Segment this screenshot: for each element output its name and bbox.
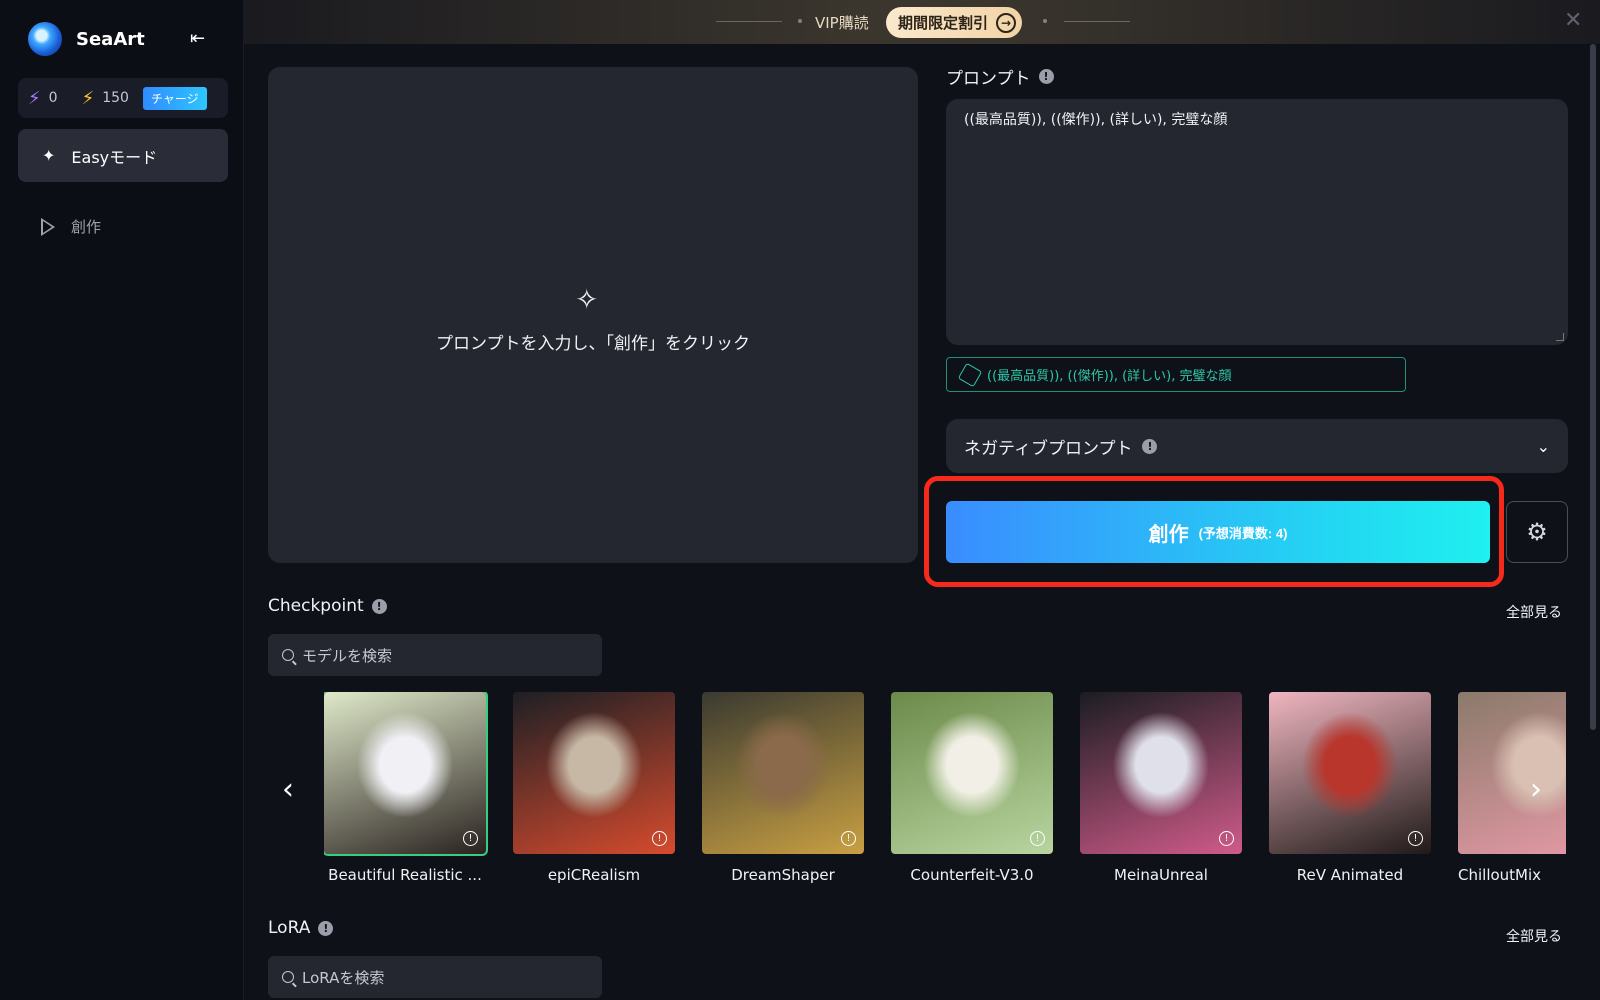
model-card[interactable]: ! epiCRealism: [513, 692, 675, 884]
model-card[interactable]: ! ChilloutMix: [1458, 692, 1566, 884]
scrollbar[interactable]: [1590, 44, 1596, 730]
model-name: epiCRealism: [547, 866, 641, 884]
lora-label: LoRA !: [268, 918, 334, 938]
brand[interactable]: SeaArt: [28, 22, 145, 56]
prompt-value: ((最高品質)), ((傑作)), (詳しい), 完璧な顔: [964, 112, 1228, 128]
sparkles-icon: ✧: [575, 283, 599, 316]
model-carousel: ! Beautiful Realistic ...! epiCRealism! Dre…: [324, 692, 1566, 892]
banner-dot: [1043, 19, 1047, 23]
close-icon[interactable]: ✕: [1564, 8, 1582, 33]
banner-dot: [798, 19, 802, 23]
checkpoint-label: Checkpoint !: [268, 596, 387, 616]
prompt-label-text: プロンプト: [946, 69, 1031, 89]
lora-search-input[interactable]: LoRAを検索: [268, 956, 602, 998]
create-cost: (予想消費数: 4): [1198, 525, 1288, 541]
promo-label: 期間限定割引: [898, 14, 989, 32]
chevron-right-icon[interactable]: ›: [1530, 772, 1542, 807]
play-icon: [41, 217, 55, 236]
model-thumbnail: !: [513, 692, 675, 854]
checkpoint-label-text: Checkpoint: [268, 596, 364, 616]
model-thumbnail: !: [1080, 692, 1242, 854]
sidebar-item-label: 創作: [71, 218, 102, 236]
model-thumbnail: !: [324, 692, 488, 856]
info-icon[interactable]: !: [371, 598, 387, 614]
gear-icon: ⚙: [1526, 518, 1548, 546]
info-icon[interactable]: !: [1142, 438, 1158, 454]
negative-prompt-label: ネガティブプロンプト: [964, 438, 1133, 459]
prompt-textarea[interactable]: ((最高品質)), ((傑作)), (詳しい), 完璧な顔: [946, 99, 1568, 345]
model-search-placeholder: モデルを検索: [302, 646, 393, 665]
model-thumbnail: !: [891, 692, 1053, 854]
credits-panel: ⚡ 0 ⚡ 150 チャージ: [18, 78, 228, 118]
model-name: Beautiful Realistic ...: [328, 866, 482, 884]
charge-button[interactable]: チャージ: [142, 86, 207, 110]
settings-button[interactable]: ⚙: [1506, 501, 1568, 563]
info-icon[interactable]: !: [652, 831, 667, 846]
model-card[interactable]: ! MeinaUnreal: [1080, 692, 1242, 884]
seaart-logo-icon: [28, 22, 62, 56]
lora-see-all-link[interactable]: 全部見る: [1506, 926, 1562, 946]
checkpoint-see-all-link[interactable]: 全部見る: [1506, 602, 1562, 622]
arrow-right-icon: →: [996, 12, 1017, 33]
yellow-credit-count: 150: [102, 90, 129, 106]
model-name: ReV Animated: [1296, 866, 1404, 884]
purple-credit-count: 0: [48, 90, 58, 106]
preview-hint: プロンプトを入力し、「創作」をクリック: [436, 334, 750, 354]
info-icon[interactable]: !: [1408, 831, 1423, 846]
lora-search-placeholder: LoRAを検索: [302, 968, 385, 987]
search-icon: [282, 649, 294, 661]
search-icon: [282, 971, 294, 983]
vip-banner: VIP購読 期間限定割引 → ✕: [244, 0, 1600, 44]
info-icon[interactable]: !: [463, 831, 478, 846]
create-label: 創作: [1148, 523, 1189, 546]
info-icon[interactable]: !: [841, 831, 856, 846]
sidebar-item-create[interactable]: 創作: [18, 200, 228, 253]
info-icon[interactable]: !: [1030, 831, 1045, 846]
resize-handle-icon[interactable]: [1556, 333, 1564, 341]
suggestion-text: ((最高品質)), ((傑作)), (詳しい), 完璧な顔: [987, 369, 1232, 384]
model-card[interactable]: ! DreamShaper: [702, 692, 864, 884]
sparkle-icon: ✦: [42, 146, 56, 165]
cube-icon: [957, 362, 983, 387]
model-thumbnail: !: [1458, 692, 1566, 854]
model-thumbnail: !: [1269, 692, 1431, 854]
vip-label: VIP購読: [815, 14, 869, 32]
info-icon[interactable]: !: [1038, 69, 1054, 84]
model-card[interactable]: ! ReV Animated: [1269, 692, 1431, 884]
image-preview-panel: ✧ プロンプトを入力し、「創作」をクリック: [268, 67, 918, 563]
purple-bolt-icon: ⚡: [28, 87, 41, 109]
negative-prompt-dropdown[interactable]: ネガティブプロンプト ! ⌄: [946, 419, 1568, 473]
model-name: Counterfeit-V3.0: [910, 866, 1034, 884]
lora-label-text: LoRA: [268, 918, 311, 938]
model-name: ChilloutMix: [1458, 866, 1542, 884]
model-card[interactable]: ! Counterfeit-V3.0: [891, 692, 1053, 884]
sidebar-item-label: Easyモード: [71, 147, 158, 167]
prompt-suggestion[interactable]: ((最高品質)), ((傑作)), (詳しい), 完璧な顔: [946, 357, 1406, 392]
chevron-down-icon: ⌄: [1536, 436, 1550, 456]
info-icon[interactable]: !: [318, 920, 334, 936]
collapse-sidebar-icon[interactable]: ⇤: [190, 28, 212, 50]
sidebar-item-easy-mode[interactable]: ✦ Easyモード: [18, 129, 228, 182]
model-name: DreamShaper: [731, 866, 835, 884]
yellow-bolt-icon: ⚡: [81, 87, 95, 109]
banner-divider: [1064, 21, 1130, 22]
model-card[interactable]: ! Beautiful Realistic ...: [324, 692, 488, 884]
banner-divider: [716, 21, 782, 22]
chevron-left-icon[interactable]: ‹: [282, 772, 294, 807]
model-name: MeinaUnreal: [1114, 866, 1208, 884]
model-thumbnail: !: [702, 692, 864, 854]
model-search-input[interactable]: モデルを検索: [268, 634, 602, 676]
brand-name: SeaArt: [76, 28, 145, 50]
prompt-label: プロンプト !: [946, 64, 1054, 89]
sidebar: SeaArt ⇤ ⚡ 0 ⚡ 150 チャージ ✦ Easyモード 創作: [0, 0, 244, 1000]
info-icon[interactable]: !: [1219, 831, 1234, 846]
create-button[interactable]: 創作 (予想消費数: 4): [946, 501, 1490, 563]
promo-button[interactable]: 期間限定割引 →: [886, 7, 1023, 38]
